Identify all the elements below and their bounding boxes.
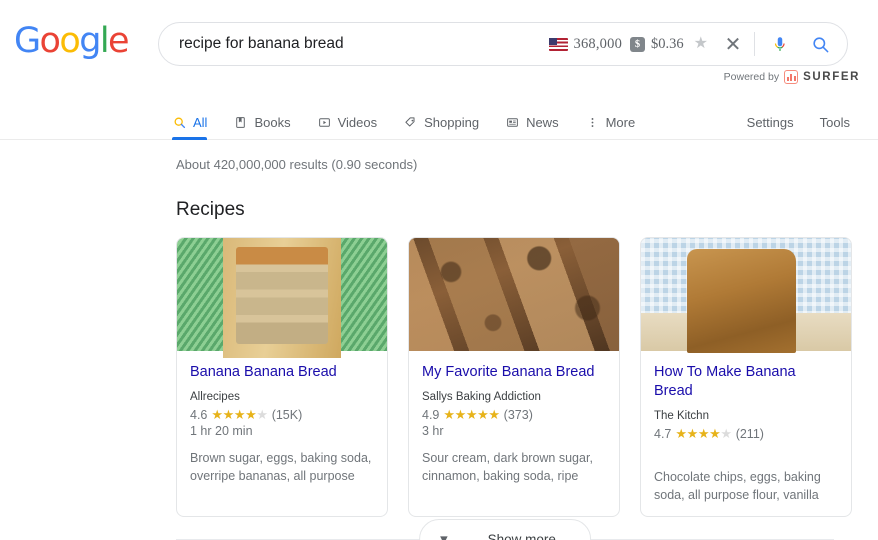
page-title: Recipes (176, 199, 245, 220)
recipe-card[interactable]: Banana Banana Bread Allrecipes 4.6 ★★★★★… (176, 237, 388, 517)
logo-letter-5: e (107, 21, 130, 61)
search-divider (754, 32, 755, 56)
tab-label: Books (254, 114, 291, 130)
logo-letter-0: G (14, 21, 41, 61)
star-rating-icon: ★★★★★ (675, 426, 732, 442)
search-header: Google 368,000 $ $0.36 ★ ✕ (0, 0, 878, 140)
settings-button[interactable]: Settings (747, 115, 794, 130)
recipe-title[interactable]: My Favorite Banana Bread (422, 363, 606, 382)
more-vertical-icon (585, 115, 600, 130)
search-volume-value: 368,000 (573, 35, 623, 52)
recipe-title[interactable]: How To Make Banana Bread (654, 363, 838, 401)
tab-label: Shopping (424, 114, 480, 130)
chevron-down-icon: ▾ (440, 530, 448, 540)
search-tools-nav: Settings Tools (747, 104, 850, 140)
recipe-image (641, 238, 851, 354)
microphone-icon[interactable] (767, 31, 793, 57)
search-bar[interactable]: 368,000 $ $0.36 ★ ✕ (158, 22, 848, 66)
result-count: About 420,000,000 results (0.90 seconds) (176, 157, 418, 172)
search-results-main: About 420,000,000 results (0.90 seconds)… (0, 140, 878, 517)
cpc-badge-icon: $ (630, 36, 646, 52)
powered-by-label: Powered by (723, 71, 780, 83)
surfer-brand-name: SURFER (803, 71, 860, 83)
logo-letter-1: o (39, 21, 61, 61)
tab-label: All (193, 114, 208, 130)
recipe-title[interactable]: Banana Banana Bread (190, 363, 374, 382)
recipe-time (654, 443, 838, 459)
recipe-card[interactable]: How To Make Banana Bread The Kitchn 4.7 … (640, 237, 852, 517)
recipe-image (409, 238, 619, 351)
recipe-time: 1 hr 20 min (190, 423, 253, 438)
search-icon (172, 115, 187, 130)
recipe-ingredients: Brown sugar, eggs, baking soda, overripe… (190, 450, 372, 483)
video-icon (317, 115, 332, 130)
recipe-ingredients: Sour cream, dark brown sugar, cinnamon, … (422, 450, 593, 483)
tab-books[interactable]: Books (220, 104, 303, 140)
logo-letter-3: g (79, 21, 101, 61)
recipe-rating: 4.9 ★★★★★ (373) (422, 408, 606, 422)
tools-button[interactable]: Tools (820, 115, 850, 130)
recipe-rating: 4.6 ★★★★★ (15K) (190, 408, 374, 422)
book-icon (233, 115, 248, 130)
review-count: (15K) (271, 407, 303, 422)
surfer-keyword-metrics: 368,000 $ $0.36 ★ (548, 35, 708, 53)
recipe-image (177, 238, 387, 358)
tab-all[interactable]: All (172, 104, 220, 140)
cpc-value: $0.36 (651, 35, 684, 52)
tab-videos[interactable]: Videos (304, 104, 391, 140)
show-more-area: ▾ Show more (176, 519, 834, 540)
google-logo[interactable]: Google (14, 21, 130, 61)
tab-label: News (526, 114, 559, 130)
recipe-source: Allrecipes (190, 390, 240, 403)
logo-letter-4: l (99, 21, 110, 61)
powered-by-surfer: Powered by SURFER (724, 70, 860, 84)
search-tabs: All Books Videos Shopping News More (172, 104, 648, 140)
rating-value: 4.9 (422, 407, 440, 422)
tab-label: Videos (337, 114, 378, 130)
rating-value: 4.6 (190, 407, 208, 422)
search-icon[interactable] (807, 31, 833, 57)
review-count: (373) (503, 407, 533, 422)
tab-news[interactable]: News (492, 104, 572, 140)
star-rating-icon: ★★★★★ (211, 407, 268, 423)
logo-letter-2: o (59, 21, 80, 61)
recipe-rating: 4.7 ★★★★★ (211) (654, 427, 838, 441)
search-area: 368,000 $ $0.36 ★ ✕ (158, 22, 848, 66)
recipe-cards: Banana Banana Bread Allrecipes 4.6 ★★★★★… (176, 237, 878, 517)
rating-value: 4.7 (654, 426, 672, 441)
tab-label: More (605, 114, 636, 130)
search-input[interactable] (179, 35, 549, 53)
recipe-card[interactable]: My Favorite Banana Bread Sallys Baking A… (408, 237, 620, 517)
review-count: (211) (735, 426, 764, 441)
news-icon (505, 115, 520, 130)
tab-more[interactable]: More (572, 104, 649, 140)
recipe-time: 3 hr (422, 423, 444, 438)
tag-icon (403, 115, 418, 130)
recipe-source: Sallys Baking Addiction (422, 390, 541, 403)
star-outline-icon[interactable]: ★ (694, 36, 708, 52)
surfer-bars-icon (784, 70, 799, 84)
recipe-source: The Kitchn (654, 409, 709, 422)
show-more-button[interactable]: ▾ Show more (419, 519, 591, 540)
us-flag-icon (548, 37, 568, 51)
tab-shopping[interactable]: Shopping (390, 104, 492, 140)
star-rating-icon: ★★★★★ (443, 407, 500, 423)
recipe-ingredients: Chocolate chips, eggs, baking soda, all … (654, 469, 821, 502)
show-more-label: Show more (487, 531, 556, 540)
close-icon[interactable]: ✕ (720, 31, 746, 57)
